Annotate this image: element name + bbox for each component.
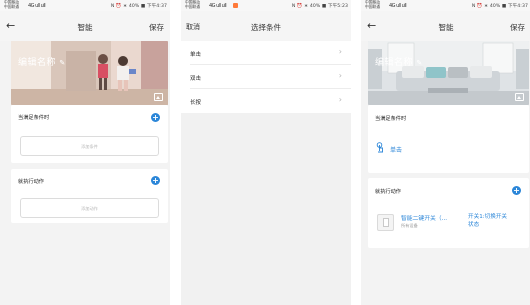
device-action: 开关1:切换开关 状态 bbox=[468, 214, 508, 228]
action-card: 就执行动作 + 智能二键开关（... 所有设备 开关1:切换开关 状态 bbox=[368, 178, 529, 248]
carrier-text: 中国移动 中国联通 bbox=[365, 0, 381, 9]
save-button[interactable]: 保存 bbox=[149, 22, 164, 33]
scene-banner[interactable]: 编辑名称 ✎ bbox=[11, 41, 168, 105]
status-bar: 中国移动 中国联通 4G ull ull N ⏰ ∗ 40% ■ 下午4:37 bbox=[361, 0, 530, 11]
list-item-label: 长按 bbox=[190, 100, 202, 106]
add-condition-button[interactable]: 添加条件 bbox=[20, 136, 159, 156]
nav-bar: ← 智能 保存 bbox=[361, 11, 530, 41]
image-icon[interactable] bbox=[515, 93, 524, 101]
condition-item-long-press[interactable]: 长按 › bbox=[181, 89, 351, 113]
page-title: 选择条件 bbox=[251, 23, 281, 32]
action-section-label: 就执行动作 bbox=[375, 189, 401, 195]
screen-select-condition: 中国移动 中国联通 4G ull ull N ⏰ ∗ 40% ■ 下午5:23 … bbox=[181, 0, 351, 305]
nav-bar: 取消 选择条件 bbox=[181, 11, 351, 41]
scene-banner[interactable]: 编辑名称 ✎ bbox=[368, 41, 529, 105]
action-list-item[interactable]: 智能二键开关（... 所有设备 开关1:切换开关 状态 bbox=[368, 206, 529, 242]
condition-card: 当满足条件时 + 添加条件 bbox=[11, 105, 168, 163]
status-right-info: N ⏰ ∗ 40% ■ 下午4:37 bbox=[110, 4, 167, 9]
device-name: 智能二键开关（... bbox=[401, 216, 448, 222]
notification-icon bbox=[233, 3, 238, 8]
page-title: 智能 bbox=[77, 23, 93, 32]
kids-room-photo bbox=[11, 41, 168, 105]
carrier-text: 中国移动 中国联通 bbox=[4, 0, 20, 9]
image-icon[interactable] bbox=[154, 93, 163, 101]
living-room-photo bbox=[368, 41, 529, 105]
status-right-info: N ⏰ ∗ 40% ■ 下午4:37 bbox=[471, 4, 528, 9]
touch-icon bbox=[376, 142, 383, 153]
list-item-label: 单击 bbox=[190, 52, 202, 58]
add-condition-plus-icon[interactable]: + bbox=[151, 113, 160, 122]
status-bar: 中国移动 中国联通 4G ull ull N ⏰ ∗ 40% ■ 下午5:23 bbox=[181, 0, 351, 11]
status-right-info: N ⏰ ∗ 40% ■ 下午5:23 bbox=[291, 4, 348, 9]
add-action-plus-icon[interactable]: + bbox=[512, 186, 521, 195]
edit-name-label[interactable]: 编辑名称 ✎ bbox=[18, 55, 66, 68]
carrier-text: 中国移动 中国联通 bbox=[185, 0, 201, 9]
condition-section-label: 当满足条件时 bbox=[18, 115, 50, 121]
edit-name-label[interactable]: 编辑名称 ✎ bbox=[375, 55, 423, 68]
screen-smart-empty: 中国移动 中国联通 4G ull ull N ⏰ ∗ 40% ■ 下午4:37 … bbox=[0, 0, 170, 305]
condition-card: 当满足条件时 单击 bbox=[368, 105, 529, 173]
pencil-icon: ✎ bbox=[59, 59, 66, 67]
nav-bar: ← 智能 保存 bbox=[0, 11, 170, 41]
page-title: 智能 bbox=[438, 23, 454, 32]
chevron-right-icon: › bbox=[338, 47, 342, 56]
condition-section-label: 当满足条件时 bbox=[375, 116, 407, 122]
switch-device-icon bbox=[377, 214, 394, 231]
condition-list: 单击 › 双击 › 长按 › bbox=[181, 41, 351, 113]
save-button[interactable]: 保存 bbox=[510, 22, 525, 33]
action-section-label: 就执行动作 bbox=[18, 179, 44, 185]
device-room: 所有设备 bbox=[401, 223, 418, 228]
add-action-plus-icon[interactable]: + bbox=[151, 176, 160, 185]
action-card: 就执行动作 + 添加动作 bbox=[11, 169, 168, 223]
condition-item-single-click[interactable]: 单击 › bbox=[181, 41, 351, 65]
condition-item-double-click[interactable]: 双击 › bbox=[181, 65, 351, 89]
status-bar: 中国移动 中国联通 4G ull ull N ⏰ ∗ 40% ■ 下午4:37 bbox=[0, 0, 170, 11]
screenshot-stage: 中国移动 中国联通 4G ull ull N ⏰ ∗ 40% ■ 下午4:37 … bbox=[0, 0, 530, 305]
pencil-icon: ✎ bbox=[416, 59, 423, 67]
list-item-label: 双击 bbox=[190, 76, 202, 82]
screen-smart-configured: 中国移动 中国联通 4G ull ull N ⏰ ∗ 40% ■ 下午4:37 … bbox=[361, 0, 530, 305]
chevron-right-icon: › bbox=[338, 71, 342, 80]
condition-value-single-click[interactable]: 单击 bbox=[390, 145, 402, 154]
signal-icon: 4G ull ull bbox=[28, 3, 46, 9]
chevron-right-icon: › bbox=[338, 95, 342, 104]
signal-icon: 4G ull ull bbox=[389, 3, 407, 9]
signal-icon: 4G ull ull bbox=[209, 3, 227, 9]
add-action-button[interactable]: 添加动作 bbox=[20, 198, 159, 218]
